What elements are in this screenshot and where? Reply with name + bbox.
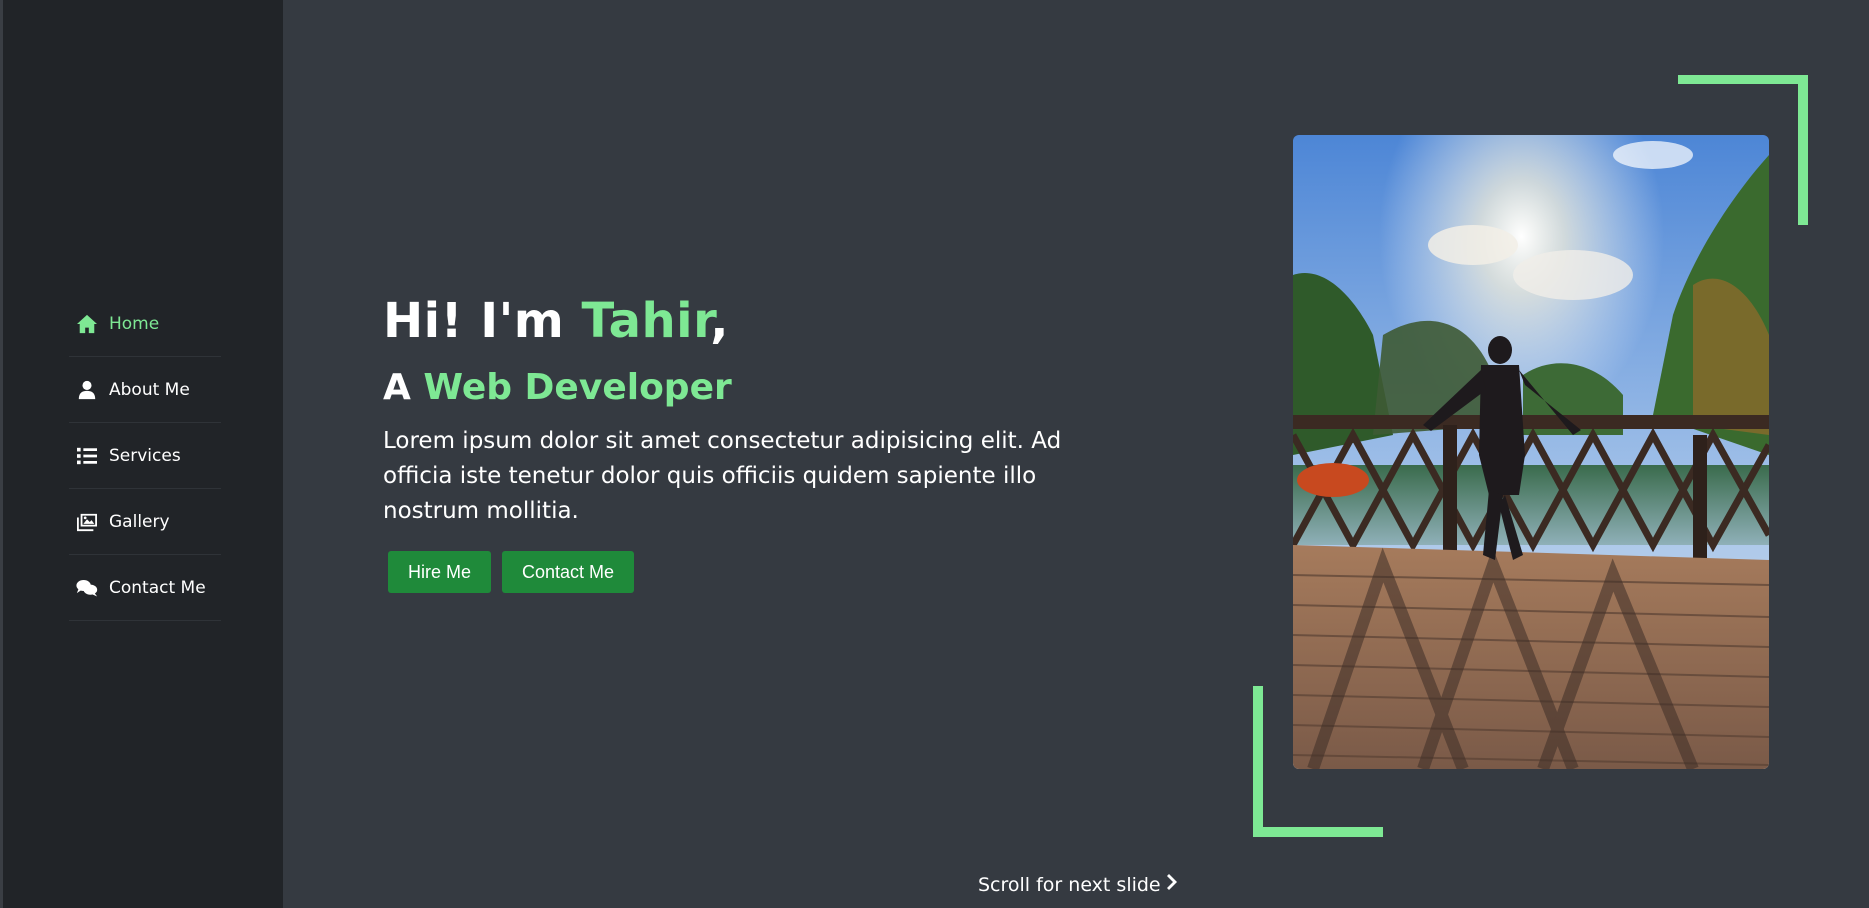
hire-me-button[interactable]: Hire Me <box>388 551 492 593</box>
images-icon <box>75 511 99 533</box>
hero-buttons: Hire Me Contact Me <box>388 551 1103 593</box>
hero-section: Hi! I'm Tahir, A Web Developer Lorem ips… <box>383 290 1103 593</box>
sidebar-item-label: Contact Me <box>109 577 206 598</box>
sidebar: Home About Me Services Gallery Contact M… <box>0 0 283 908</box>
scroll-hint[interactable]: Scroll for next slide <box>978 873 1179 896</box>
greeting-suffix: , <box>710 293 729 349</box>
sidebar-item-label: Services <box>109 445 181 466</box>
profile-photo <box>1293 135 1769 769</box>
decorative-corner <box>1798 75 1808 225</box>
hero-heading: Hi! I'm Tahir, <box>383 290 1103 352</box>
home-icon <box>75 313 99 335</box>
decorative-corner <box>1253 827 1383 837</box>
decorative-corner <box>1678 75 1808 84</box>
greeting-prefix: Hi! I'm <box>383 293 582 349</box>
hero-role: Web Developer <box>423 367 732 408</box>
sidebar-item-label: Home <box>109 313 160 334</box>
hero-subheading: A Web Developer <box>383 366 1103 410</box>
scroll-hint-label: Scroll for next slide <box>978 873 1161 896</box>
page: Home About Me Services Gallery Contact M… <box>0 0 1869 908</box>
role-prefix: A <box>383 367 424 408</box>
sidebar-nav: Home About Me Services Gallery Contact M… <box>69 291 221 621</box>
hero-description: Lorem ipsum dolor sit amet consectetur a… <box>383 428 1062 524</box>
hero-name: Tahir <box>581 293 711 349</box>
chevron-right-icon <box>1166 873 1179 896</box>
sidebar-item-label: About Me <box>109 379 190 400</box>
comments-icon <box>75 577 99 599</box>
decorative-corner <box>1253 686 1263 837</box>
sidebar-item-home[interactable]: Home <box>69 291 221 357</box>
contact-me-button[interactable]: Contact Me <box>502 551 635 593</box>
sidebar-item-gallery[interactable]: Gallery <box>69 489 221 555</box>
list-icon <box>75 445 99 467</box>
sidebar-item-about[interactable]: About Me <box>69 357 221 423</box>
sidebar-item-label: Gallery <box>109 511 170 532</box>
user-icon <box>75 379 99 401</box>
sidebar-item-services[interactable]: Services <box>69 423 221 489</box>
sidebar-item-contact[interactable]: Contact Me <box>69 555 221 621</box>
